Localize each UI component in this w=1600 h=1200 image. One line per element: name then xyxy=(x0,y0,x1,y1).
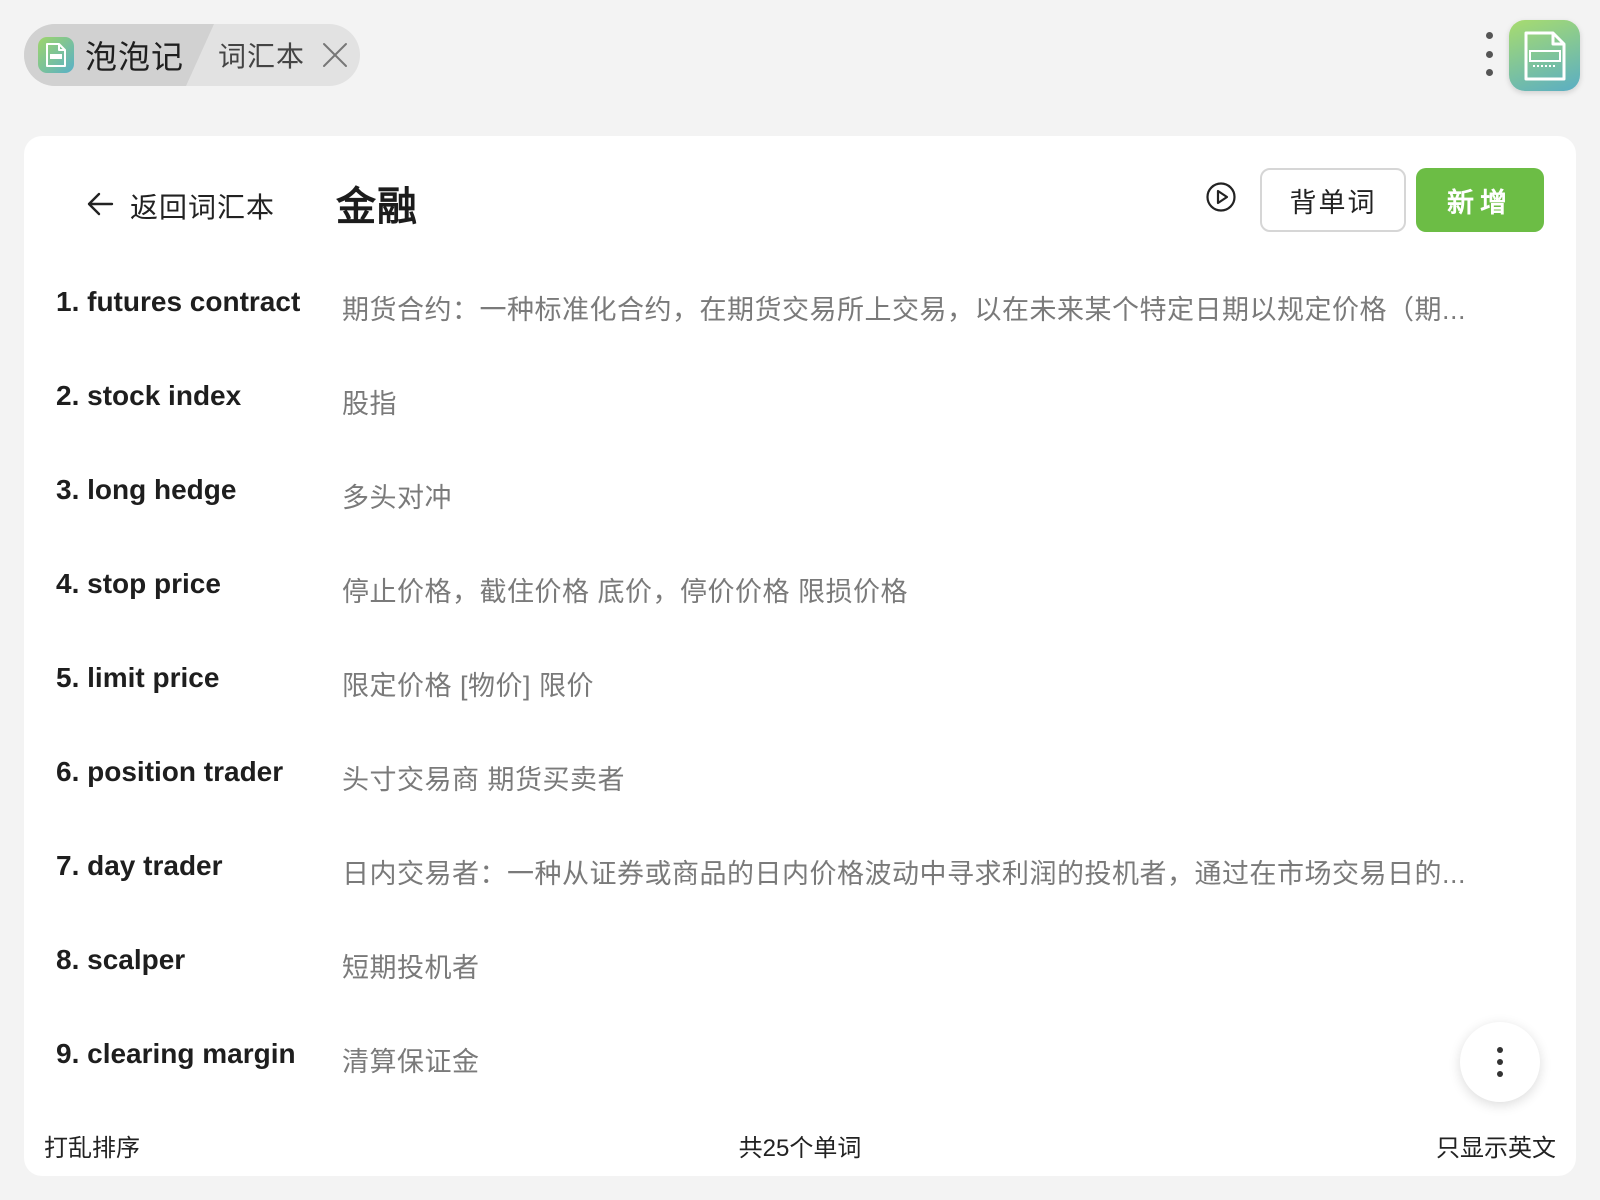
word-row[interactable]: 1. futures contract 期货合约：一种标准化合约，在期货交易所上… xyxy=(24,260,1576,354)
play-circle-icon[interactable] xyxy=(1204,180,1238,214)
word-definition: 头寸交易商 期货买卖者 xyxy=(342,765,626,795)
word-definition: 限定价格 [物价] 限价 xyxy=(342,671,595,701)
word-definition: 日内交易者：一种从证券或商品的日内价格波动中寻求利润的投机者，通过在市场交易日的… xyxy=(342,859,1467,889)
tab-vocab[interactable]: 词汇本 xyxy=(218,24,349,86)
word-term: 4. stop price xyxy=(56,568,221,599)
word-term: 6. position trader xyxy=(56,756,284,787)
study-button[interactable]: 背单词 xyxy=(1260,168,1406,232)
tab-vocab-label: 词汇本 xyxy=(218,41,306,72)
word-term: 8. scalper xyxy=(56,944,186,975)
more-options-button[interactable] xyxy=(1460,1022,1540,1102)
word-definition: 多头对冲 xyxy=(342,483,452,513)
back-button[interactable]: 返回词汇本 xyxy=(86,184,275,228)
more-vertical-icon xyxy=(1497,1047,1503,1053)
english-only-toggle[interactable]: 只显示英文 xyxy=(1436,1128,1556,1163)
word-term: 9. clearing margin xyxy=(56,1038,296,1069)
page-title: 金融 xyxy=(336,185,418,229)
word-definition: 清算保证金 xyxy=(342,1047,480,1077)
word-row[interactable]: 7. day trader 日内交易者：一种从证券或商品的日内价格波动中寻求利润… xyxy=(24,824,1576,918)
word-doc-icon xyxy=(38,37,74,73)
add-word-button[interactable]: 新增 xyxy=(1416,168,1544,232)
top-bar: 泡泡记 词汇本 xyxy=(0,0,1600,112)
back-label: 返回词汇本 xyxy=(130,192,276,223)
word-row[interactable]: 6. position trader 头寸交易商 期货买卖者 xyxy=(24,730,1576,824)
word-definition: 期货合约：一种标准化合约，在期货交易所上交易，以在未来某个特定日期以规定价格（期… xyxy=(342,295,1467,325)
word-list: 1. futures contract 期货合约：一种标准化合约，在期货交易所上… xyxy=(24,260,1576,1106)
more-vertical-icon[interactable] xyxy=(1477,32,1501,76)
word-definition: 股指 xyxy=(342,389,397,419)
word-row[interactable]: 8. scalper 短期投机者 xyxy=(24,918,1576,1012)
more-vertical-icon-dot xyxy=(1497,1071,1503,1077)
word-term: 2. stock index xyxy=(56,380,242,411)
tab-home[interactable]: 泡泡记 xyxy=(24,24,214,86)
word-term: 3. long hedge xyxy=(56,474,237,505)
word-definition: 停止价格，截住价格 底价，停价价格 限损价格 xyxy=(342,577,909,607)
word-row[interactable]: 3. long hedge 多头对冲 xyxy=(24,448,1576,542)
word-term: 5. limit price xyxy=(56,662,220,693)
word-term: 1. futures contract xyxy=(56,286,301,317)
word-row[interactable]: 4. stop price 停止价格，截住价格 底价，停价价格 限损价格 xyxy=(24,542,1576,636)
tab-home-label: 泡泡记 xyxy=(85,39,185,75)
footer-bar: 打乱排序 共25个单词 只显示英文 xyxy=(24,1128,1576,1168)
word-definition: 短期投机者 xyxy=(342,953,480,983)
close-icon[interactable] xyxy=(321,41,349,69)
app-logo-icon[interactable] xyxy=(1509,20,1580,91)
word-row[interactable]: 5. limit price 限定价格 [物价] 限价 xyxy=(24,636,1576,730)
word-row[interactable]: 2. stock index 股指 xyxy=(24,354,1576,448)
word-term: 7. day trader xyxy=(56,850,223,881)
vocab-card: 返回词汇本 金融 背单词 新增 1. futures contract 期货合约… xyxy=(24,136,1576,1176)
more-vertical-icon-dot xyxy=(1497,1059,1503,1065)
word-row[interactable]: 9. clearing margin 清算保证金 xyxy=(24,1012,1576,1106)
tab-group: 泡泡记 词汇本 xyxy=(24,24,360,86)
word-count: 共25个单词 xyxy=(738,1135,862,1162)
arrow-left-icon xyxy=(86,190,114,223)
